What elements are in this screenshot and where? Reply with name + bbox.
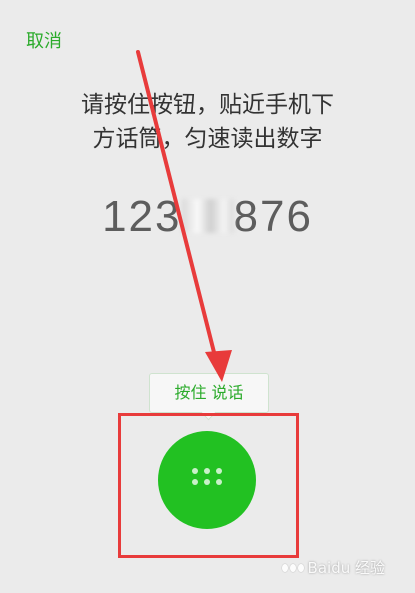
watermark-text: Baidu 经验 <box>307 559 385 577</box>
baidu-paw-icon <box>281 563 304 572</box>
baidu-watermark: Baidu 经验 <box>281 557 385 578</box>
annotation-arrow <box>136 50 232 382</box>
